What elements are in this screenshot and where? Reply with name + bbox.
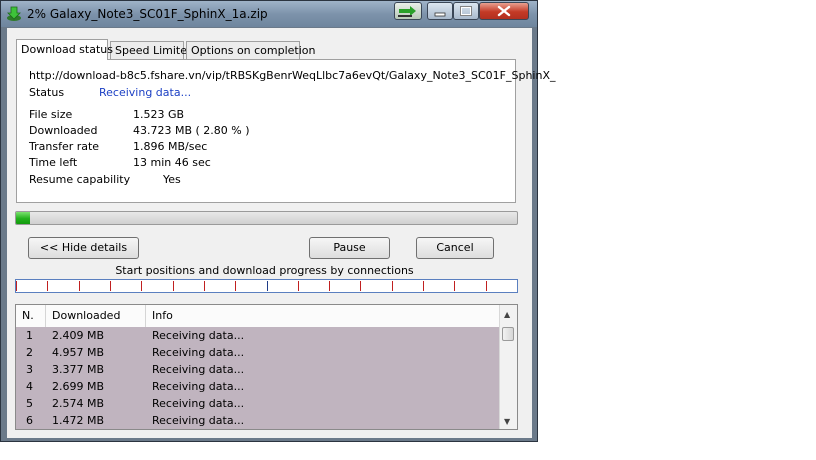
row-number: 6	[26, 414, 33, 427]
scroll-down-icon[interactable]: ▼	[504, 417, 510, 426]
connection-start-marker	[16, 281, 17, 291]
connection-start-marker	[141, 281, 142, 291]
row-number: 4	[26, 380, 33, 393]
list-item[interactable]: 1 2.409 MB Receiving data...	[16, 327, 500, 344]
file-size-label: File size	[29, 108, 73, 121]
transfer-rate-label: Transfer rate	[29, 140, 100, 153]
window-title: 2% Galaxy_Note3_SC01F_SphinX_1a.zip	[27, 7, 268, 21]
connection-start-marker	[298, 281, 299, 291]
maximize-button[interactable]	[453, 2, 479, 20]
tab-options-on-completion[interactable]: Options on completion	[186, 41, 316, 59]
row-info: Receiving data...	[152, 329, 245, 342]
connection-start-marker	[423, 281, 424, 291]
connection-start-marker	[173, 281, 174, 291]
connections-rows: 1 2.409 MB Receiving data... 2 4.957 MB …	[16, 327, 500, 429]
resume-capability-value: Yes	[163, 173, 181, 186]
connections-list[interactable]: N. Downloaded Info 1 2.409 MB Receiving …	[15, 304, 518, 430]
download-url: http://download-b8c5.fshare.vn/vip/tRBSK…	[29, 69, 556, 82]
list-item[interactable]: 2 4.957 MB Receiving data...	[16, 344, 500, 361]
time-left-value: 13 min 46 sec	[133, 156, 211, 169]
pause-button[interactable]: Pause	[309, 237, 390, 259]
row-downloaded: 1.472 MB	[52, 414, 105, 427]
connection-start-marker	[329, 281, 330, 291]
connection-start-marker	[454, 281, 455, 291]
close-button[interactable]	[479, 2, 529, 20]
transfer-rate-value: 1.896 MB/sec	[133, 140, 208, 153]
row-info: Receiving data...	[152, 380, 245, 393]
connections-progress-bar	[15, 279, 518, 293]
connection-start-marker	[392, 281, 393, 291]
downloaded-value: 43.723 MB ( 2.80 % )	[133, 124, 250, 137]
column-header-number[interactable]: N.	[16, 305, 46, 327]
row-number: 2	[26, 346, 33, 359]
cancel-button[interactable]: Cancel	[416, 237, 494, 259]
row-info: Receiving data...	[152, 414, 245, 427]
maximize-icon	[460, 6, 472, 16]
tab-download-status[interactable]: Download status	[16, 39, 113, 60]
arrow-right-icon	[398, 6, 416, 17]
download-progress-bar	[15, 211, 518, 225]
minimize-button[interactable]	[427, 2, 453, 20]
connection-start-marker	[47, 281, 48, 291]
connections-caption: Start positions and download progress by…	[115, 264, 414, 277]
row-number: 3	[26, 363, 33, 376]
scroll-up-icon[interactable]: ▲	[504, 310, 510, 319]
download-status-panel: http://download-b8c5.fshare.vn/vip/tRBSK…	[16, 59, 555, 203]
connection-start-marker	[110, 281, 111, 291]
close-icon	[497, 5, 511, 17]
connection-start-marker	[486, 281, 487, 291]
status-value: Receiving data...	[99, 86, 192, 99]
connection-start-marker	[79, 281, 80, 291]
progress-fill	[16, 212, 31, 224]
row-downloaded: 2.699 MB	[52, 380, 105, 393]
download-arrow-icon	[7, 6, 21, 21]
row-number: 5	[26, 397, 33, 410]
connection-start-marker	[204, 281, 205, 291]
list-item[interactable]: 6 1.472 MB Receiving data...	[16, 412, 500, 429]
column-header-info[interactable]: Info	[146, 305, 500, 327]
row-downloaded: 4.957 MB	[52, 346, 105, 359]
row-downloaded: 2.409 MB	[52, 329, 105, 342]
tab-speed-limiter[interactable]: Speed Limiter	[110, 41, 192, 59]
row-downloaded: 3.377 MB	[52, 363, 105, 376]
row-info: Receiving data...	[152, 363, 245, 376]
scroll-thumb[interactable]	[502, 327, 514, 341]
hide-details-button[interactable]: << Hide details	[28, 237, 139, 259]
column-header-downloaded[interactable]: Downloaded	[46, 305, 146, 327]
row-number: 1	[26, 329, 33, 342]
connection-start-marker	[235, 281, 236, 291]
list-item[interactable]: 4 2.699 MB Receiving data...	[16, 378, 500, 395]
status-label: Status	[29, 86, 65, 99]
row-downloaded: 2.574 MB	[52, 397, 105, 410]
file-size-value: 1.523 GB	[133, 108, 185, 121]
tray-button[interactable]	[394, 2, 422, 20]
title-bar[interactable]: 2% Galaxy_Note3_SC01F_SphinX_1a.zip	[1, 1, 537, 27]
connection-start-marker	[267, 281, 268, 291]
list-item[interactable]: 5 2.574 MB Receiving data...	[16, 395, 500, 412]
time-left-label: Time left	[29, 156, 78, 169]
downloaded-label: Downloaded	[29, 124, 98, 137]
list-item[interactable]: 3 3.377 MB Receiving data...	[16, 361, 500, 378]
row-info: Receiving data...	[152, 397, 245, 410]
connection-start-marker	[360, 281, 361, 291]
list-scrollbar[interactable]: ▲ ▼	[499, 305, 517, 429]
dialog-client: Download status Speed Limiter Options on…	[7, 28, 555, 438]
row-info: Receiving data...	[152, 346, 245, 359]
download-window: 2% Galaxy_Note3_SC01F_SphinX_1a.zip Down…	[0, 0, 555, 442]
minimize-icon	[434, 12, 446, 17]
resume-capability-label: Resume capability	[29, 173, 131, 186]
